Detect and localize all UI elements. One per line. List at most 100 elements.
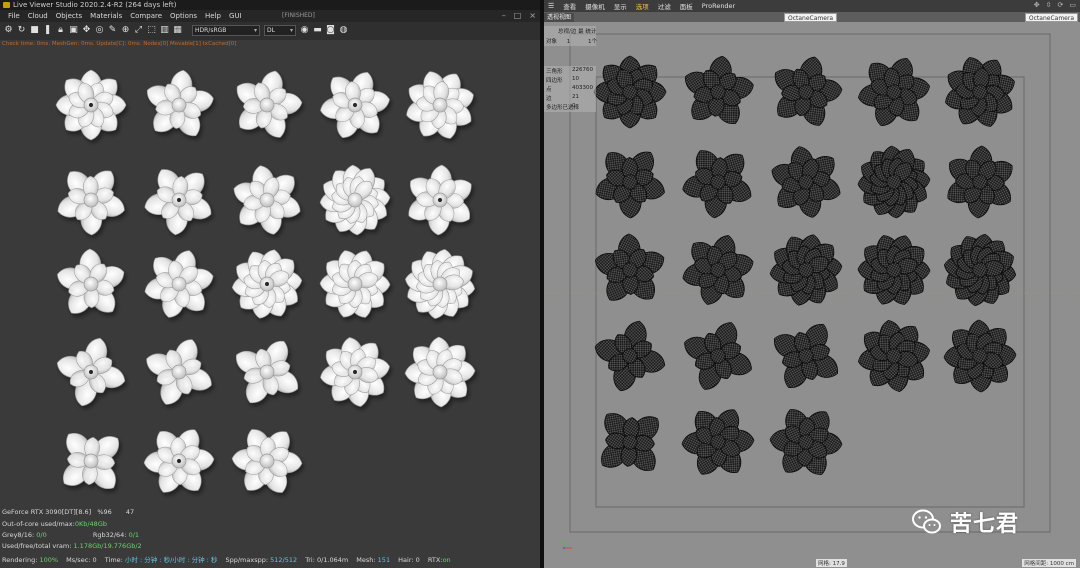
menu-cameras[interactable]: 摄像机 bbox=[585, 1, 605, 11]
stat-label: 边 bbox=[546, 96, 552, 102]
restart-icon[interactable]: ↻ bbox=[17, 26, 26, 35]
stat-value: 0 bbox=[572, 103, 576, 109]
render-ornament-12 bbox=[144, 250, 214, 318]
wireframe-ornament-7 bbox=[682, 150, 752, 219]
menu-compare[interactable]: Compare bbox=[130, 12, 162, 20]
ms-sec: Ms/sec: 0 bbox=[66, 556, 97, 564]
menu-cloud[interactable]: Cloud bbox=[28, 12, 48, 20]
wireframe-ornament-3 bbox=[774, 56, 843, 126]
wireframe-ornament-5 bbox=[945, 57, 1015, 127]
stat-row: 三角形 226760 bbox=[546, 67, 593, 75]
color-space-select[interactable]: HDR/sRGB ▾ bbox=[192, 25, 260, 36]
stat-row: 点 403300 bbox=[546, 85, 593, 93]
gpu-temp: 47 bbox=[125, 508, 135, 516]
zoom-icon[interactable]: ⊕ bbox=[121, 26, 130, 35]
time-label: Time: bbox=[104, 556, 125, 564]
camera-icon[interactable]: ◙ bbox=[326, 26, 335, 35]
camera-label-right[interactable]: OctaneCamera bbox=[1024, 13, 1078, 22]
layer-icon[interactable]: ◍ bbox=[339, 26, 348, 35]
menu-file[interactable]: File bbox=[8, 12, 20, 20]
render-ornament-15 bbox=[405, 249, 475, 319]
fit-icon[interactable]: ⤢ bbox=[134, 26, 143, 35]
stop-icon[interactable]: ■ bbox=[30, 26, 39, 35]
render-ornament-8 bbox=[233, 165, 301, 235]
menu-options-active[interactable]: 选项 bbox=[636, 1, 649, 11]
maximize-icon[interactable]: ▭ bbox=[1069, 1, 1076, 9]
material-pick-icon[interactable]: ✎ bbox=[108, 26, 117, 35]
menu-help[interactable]: Help bbox=[205, 12, 221, 20]
rtx-value: on bbox=[442, 556, 451, 564]
vram-line: Used/free/total vram: 1.178Gb/19.776Gb/2 bbox=[2, 542, 142, 550]
zoom-icon[interactable]: ⇳ bbox=[1046, 1, 1052, 9]
menu-materials[interactable]: Materials bbox=[90, 12, 122, 20]
viewport-header: 透视视图 OctaneCamera OctaneCamera bbox=[544, 12, 1080, 22]
stat-value: 10 bbox=[572, 76, 579, 82]
lock-icon[interactable]: 🔒︎ bbox=[56, 26, 65, 35]
chevron-down-icon: ▾ bbox=[289, 27, 293, 34]
move-icon[interactable]: ✥ bbox=[1034, 1, 1040, 9]
mesh-value: 151 bbox=[377, 556, 391, 564]
render-region-icon[interactable]: ◉ bbox=[300, 26, 309, 35]
histogram-icon[interactable]: ▥ bbox=[160, 26, 169, 35]
render-viewport[interactable] bbox=[0, 48, 540, 504]
wireframe-ornament-18 bbox=[774, 324, 838, 388]
render-ornament-11 bbox=[57, 248, 125, 314]
hamburger-icon[interactable]: ☰ bbox=[548, 2, 554, 10]
render-ornament-21 bbox=[62, 432, 120, 490]
menu-prorender[interactable]: ProRender bbox=[702, 2, 735, 10]
crop-icon[interactable]: ⬚ bbox=[147, 26, 156, 35]
close-icon[interactable]: × bbox=[529, 11, 536, 20]
rotate-icon[interactable]: ⟳ bbox=[1058, 1, 1064, 9]
menu-view[interactable]: 查看 bbox=[563, 1, 576, 11]
render-image bbox=[55, 69, 476, 493]
render-ornament-10 bbox=[408, 164, 472, 236]
render-ornament-1 bbox=[55, 69, 127, 141]
minimize-icon[interactable]: – bbox=[502, 11, 506, 20]
mesh-label: Mesh: bbox=[356, 556, 378, 564]
wireframe-ornament-8 bbox=[771, 146, 841, 218]
render-ornament-20 bbox=[404, 336, 476, 408]
pause-icon[interactable]: ❚ bbox=[43, 26, 52, 35]
region-icon[interactable]: ▣ bbox=[69, 26, 78, 35]
render-ornament-3 bbox=[236, 70, 303, 138]
chevron-down-icon: ▾ bbox=[253, 27, 257, 34]
overlay-header: 总视/边 最 统计 bbox=[558, 29, 597, 35]
stat-row: 多边形已选择 0 bbox=[546, 103, 579, 111]
render-ornament-13 bbox=[231, 249, 303, 319]
objects-value: 1 bbox=[566, 39, 571, 45]
render-ornament-16 bbox=[56, 337, 126, 407]
wireframe-ornament-14 bbox=[857, 235, 931, 305]
status-line: Check time: 0ms. MeshGen: 0ms. Update[C]… bbox=[2, 41, 237, 47]
camera-label-center[interactable]: OctaneCamera bbox=[784, 13, 838, 22]
save-icon[interactable]: ▬ bbox=[313, 26, 322, 35]
wireframe-ornament-6 bbox=[595, 151, 665, 219]
maximize-icon[interactable]: □ bbox=[514, 11, 522, 20]
viewport-nav-controls: ✥ ⇳ ⟳ ▭ bbox=[1034, 1, 1076, 9]
checker-icon[interactable]: ▦ bbox=[173, 26, 182, 35]
stat-value: 21 bbox=[572, 94, 579, 100]
render-ornament-23 bbox=[231, 429, 303, 493]
wireframe-viewport[interactable]: 总视/边 最 统计 对象 1 1个 三角形 226760 四边形 10 点 40330… bbox=[544, 22, 1080, 568]
perspective-tab[interactable]: 透视视图 bbox=[544, 13, 575, 22]
menu-bar: File Cloud Objects Materials Compare Opt… bbox=[0, 10, 540, 22]
menu-filter[interactable]: 过滤 bbox=[658, 1, 671, 11]
spp-value: 512/512 bbox=[270, 556, 298, 564]
wireframe-ornament-19 bbox=[858, 320, 930, 392]
out-of-core-value: 0Kb/48Gb bbox=[74, 520, 107, 528]
menu-panel[interactable]: 面板 bbox=[680, 1, 693, 11]
menu-objects[interactable]: Objects bbox=[56, 12, 82, 20]
menu-options[interactable]: Options bbox=[170, 12, 197, 20]
menu-display[interactable]: 显示 bbox=[614, 1, 627, 11]
gear-icon[interactable]: ⚙ bbox=[4, 26, 13, 35]
menu-gui[interactable]: GUI bbox=[229, 12, 242, 20]
focus-icon[interactable]: ◎ bbox=[95, 26, 104, 35]
kernel-select[interactable]: DL ▾ bbox=[264, 25, 296, 36]
render-ornament-4 bbox=[320, 72, 390, 138]
out-of-core-line: Out-of-core used/max:0Kb/48Gb bbox=[2, 520, 107, 528]
render-ornament-2 bbox=[146, 69, 214, 136]
overlay-objects-row: 对象 1 1个 bbox=[546, 37, 597, 45]
window-title: Live Viewer Studio 2020.2.4-R2 (264 days… bbox=[13, 1, 177, 9]
pick-icon[interactable]: ✥ bbox=[82, 26, 91, 35]
window-controls: – □ × bbox=[502, 11, 536, 20]
wireframe-ornament-12 bbox=[682, 235, 754, 305]
